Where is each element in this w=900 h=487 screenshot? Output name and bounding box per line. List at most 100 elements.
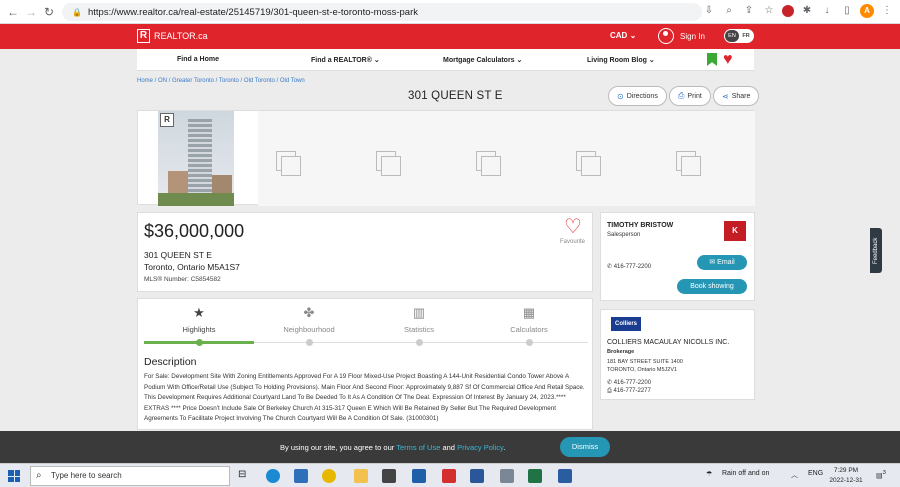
sign-in-button[interactable]: Sign In: [658, 28, 705, 44]
remote-desktop-icon[interactable]: [558, 469, 572, 483]
terms-link[interactable]: Terms of Use: [396, 443, 440, 452]
description-text: For Sale: Development Site With Zoning E…: [144, 373, 585, 422]
phone-icon: ✆: [607, 264, 613, 270]
zoom-icon[interactable]: ⌕: [722, 4, 736, 18]
agent-logo: K: [724, 221, 746, 241]
weather-icon[interactable]: ☂: [706, 470, 712, 478]
chrome-icon[interactable]: [322, 469, 336, 483]
directions-button[interactable]: ⊙ Directions: [608, 86, 667, 106]
photos-icon[interactable]: [412, 469, 426, 483]
photo-placeholder-icon[interactable]: [276, 151, 302, 177]
nav-find-realtor[interactable]: Find a REALTOR® ⌄: [311, 56, 380, 64]
brokerage-name[interactable]: COLLIERS MACAULAY NICOLLS INC.: [607, 339, 729, 346]
listing-price: $36,000,000: [144, 221, 245, 241]
nav-find-home[interactable]: Find a Home: [177, 56, 219, 63]
brokerage-address-2: TORONTO, Ontario M5J2V1: [607, 367, 678, 373]
brokerage-role: Brokerage: [607, 349, 635, 355]
puzzle-icon[interactable]: ✱: [800, 4, 814, 18]
agent-name[interactable]: TIMOTHY BRISTOW: [607, 222, 673, 229]
taskbar-search-input[interactable]: ⌕ Type here to search: [30, 466, 230, 486]
agent-role: Salesperson: [607, 232, 641, 238]
bookmark-star-icon[interactable]: ☆: [762, 4, 776, 18]
favourite-label[interactable]: Favourite: [560, 239, 585, 245]
lang-fr[interactable]: FR: [739, 30, 753, 42]
thumbnail-strip: [258, 111, 755, 206]
agent-card: TIMOTHY BRISTOW Salesperson K ✆ 416-777-…: [600, 212, 755, 301]
brokerage-address-1: 181 BAY STREET SUITE 1400: [607, 359, 683, 365]
photo-gallery: R: [137, 110, 755, 206]
address-bar[interactable]: 🔒 https://www.realtor.ca/real-estate/251…: [62, 3, 702, 21]
nav-blog[interactable]: Living Room Blog ⌄: [587, 56, 655, 64]
crumb-toronto[interactable]: Toronto: [219, 78, 239, 84]
tab-neighbourhood[interactable]: ✤ Neighbourhood: [254, 305, 364, 334]
notification-icon[interactable]: ▤3: [876, 470, 886, 479]
brokerage-logo: Colliers: [611, 317, 641, 331]
crumb-gta[interactable]: Greater Toronto: [172, 78, 214, 84]
tray-chevron-icon[interactable]: ︿: [791, 470, 798, 480]
acrobat-icon[interactable]: [442, 469, 456, 483]
main-photo[interactable]: R: [158, 111, 234, 206]
sidepanel-icon[interactable]: ▯: [840, 4, 854, 18]
share-icon: ⋖: [722, 91, 729, 101]
profile-avatar[interactable]: A: [860, 4, 874, 18]
feedback-tab[interactable]: Feedback: [870, 228, 882, 273]
privacy-link[interactable]: Privacy Policy: [457, 443, 503, 452]
forward-icon[interactable]: →: [22, 5, 40, 19]
photo-placeholder-icon[interactable]: [476, 151, 502, 177]
language-toggle[interactable]: EN FR: [724, 29, 754, 43]
currency-select[interactable]: CAD ⌄: [610, 31, 636, 40]
book-showing-button[interactable]: Book showing: [677, 279, 747, 294]
lang-en[interactable]: EN: [725, 30, 739, 42]
saved-searches-icon[interactable]: [707, 53, 717, 66]
calculator-app-icon[interactable]: [500, 469, 514, 483]
price-card: $36,000,000 301 QUEEN ST E Toronto, Onta…: [137, 212, 593, 292]
tab-dot: [416, 339, 423, 346]
crumb-on[interactable]: ON: [158, 78, 167, 84]
mail-icon[interactable]: [294, 469, 308, 483]
extension-icon[interactable]: [782, 5, 794, 17]
site-header: R REALTOR.ca CAD ⌄ Sign In EN FR: [0, 24, 900, 49]
bar-chart-icon: ▥: [412, 305, 426, 320]
crumb-old-toronto[interactable]: Old Toronto: [244, 78, 275, 84]
download-icon[interactable]: ↓: [820, 4, 834, 18]
edge-icon[interactable]: [266, 469, 280, 483]
app-icon[interactable]: [382, 469, 396, 483]
tab-highlights[interactable]: ★ Highlights: [144, 305, 254, 334]
photo-placeholder-icon[interactable]: [376, 151, 402, 177]
nav-mortgage[interactable]: Mortgage Calculators ⌄: [443, 56, 522, 64]
email-button[interactable]: ✉ Email: [697, 255, 747, 270]
share-page-icon[interactable]: ⇪: [742, 4, 756, 18]
excel-icon[interactable]: [528, 469, 542, 483]
back-icon[interactable]: ←: [4, 5, 22, 19]
description-heading: Description: [144, 356, 197, 368]
file-explorer-icon[interactable]: [354, 469, 368, 483]
crumb-home[interactable]: Home: [137, 78, 153, 84]
breadcrumb: Home / ON / Greater Toronto / Toronto / …: [137, 78, 305, 84]
tab-calculators[interactable]: ▦ Calculators: [474, 305, 584, 334]
language-indicator[interactable]: ENG: [808, 470, 823, 477]
install-icon[interactable]: ⇩: [702, 4, 716, 18]
photo-placeholder-icon[interactable]: [576, 151, 602, 177]
tab-dot: [196, 339, 203, 346]
taskbar-clock[interactable]: 7:29 PM 2022-12-31: [826, 466, 866, 486]
photo-placeholder-icon[interactable]: [676, 151, 702, 177]
task-view-icon[interactable]: ⊟: [238, 469, 252, 483]
agent-phone[interactable]: ✆ 416-777-2200: [607, 263, 651, 270]
menu-icon[interactable]: ⋮: [880, 4, 894, 18]
photo-tower: [188, 119, 212, 199]
word-icon[interactable]: [470, 469, 484, 483]
crumb-old-town[interactable]: Old Town: [280, 78, 305, 84]
brokerage-phone[interactable]: ✆ 416-777-2200: [607, 379, 651, 386]
share-button[interactable]: ⋖ Share: [713, 86, 760, 106]
reload-icon[interactable]: ↻: [40, 5, 58, 19]
windows-start-icon[interactable]: [8, 470, 20, 482]
dismiss-button[interactable]: Dismiss: [560, 437, 610, 457]
printer-icon: ⎙: [678, 91, 685, 100]
realtor-logo[interactable]: R REALTOR.ca: [137, 29, 208, 43]
cookie-text: By using our site, you agree to our Term…: [280, 443, 506, 452]
weather-text[interactable]: Rain off and on: [722, 470, 769, 477]
favourites-heart-icon[interactable]: ♥: [723, 52, 733, 68]
print-button[interactable]: ⎙ Print: [669, 86, 711, 106]
favourite-heart-icon[interactable]: ♡: [564, 217, 582, 237]
tab-statistics[interactable]: ▥ Statistics: [364, 305, 474, 334]
